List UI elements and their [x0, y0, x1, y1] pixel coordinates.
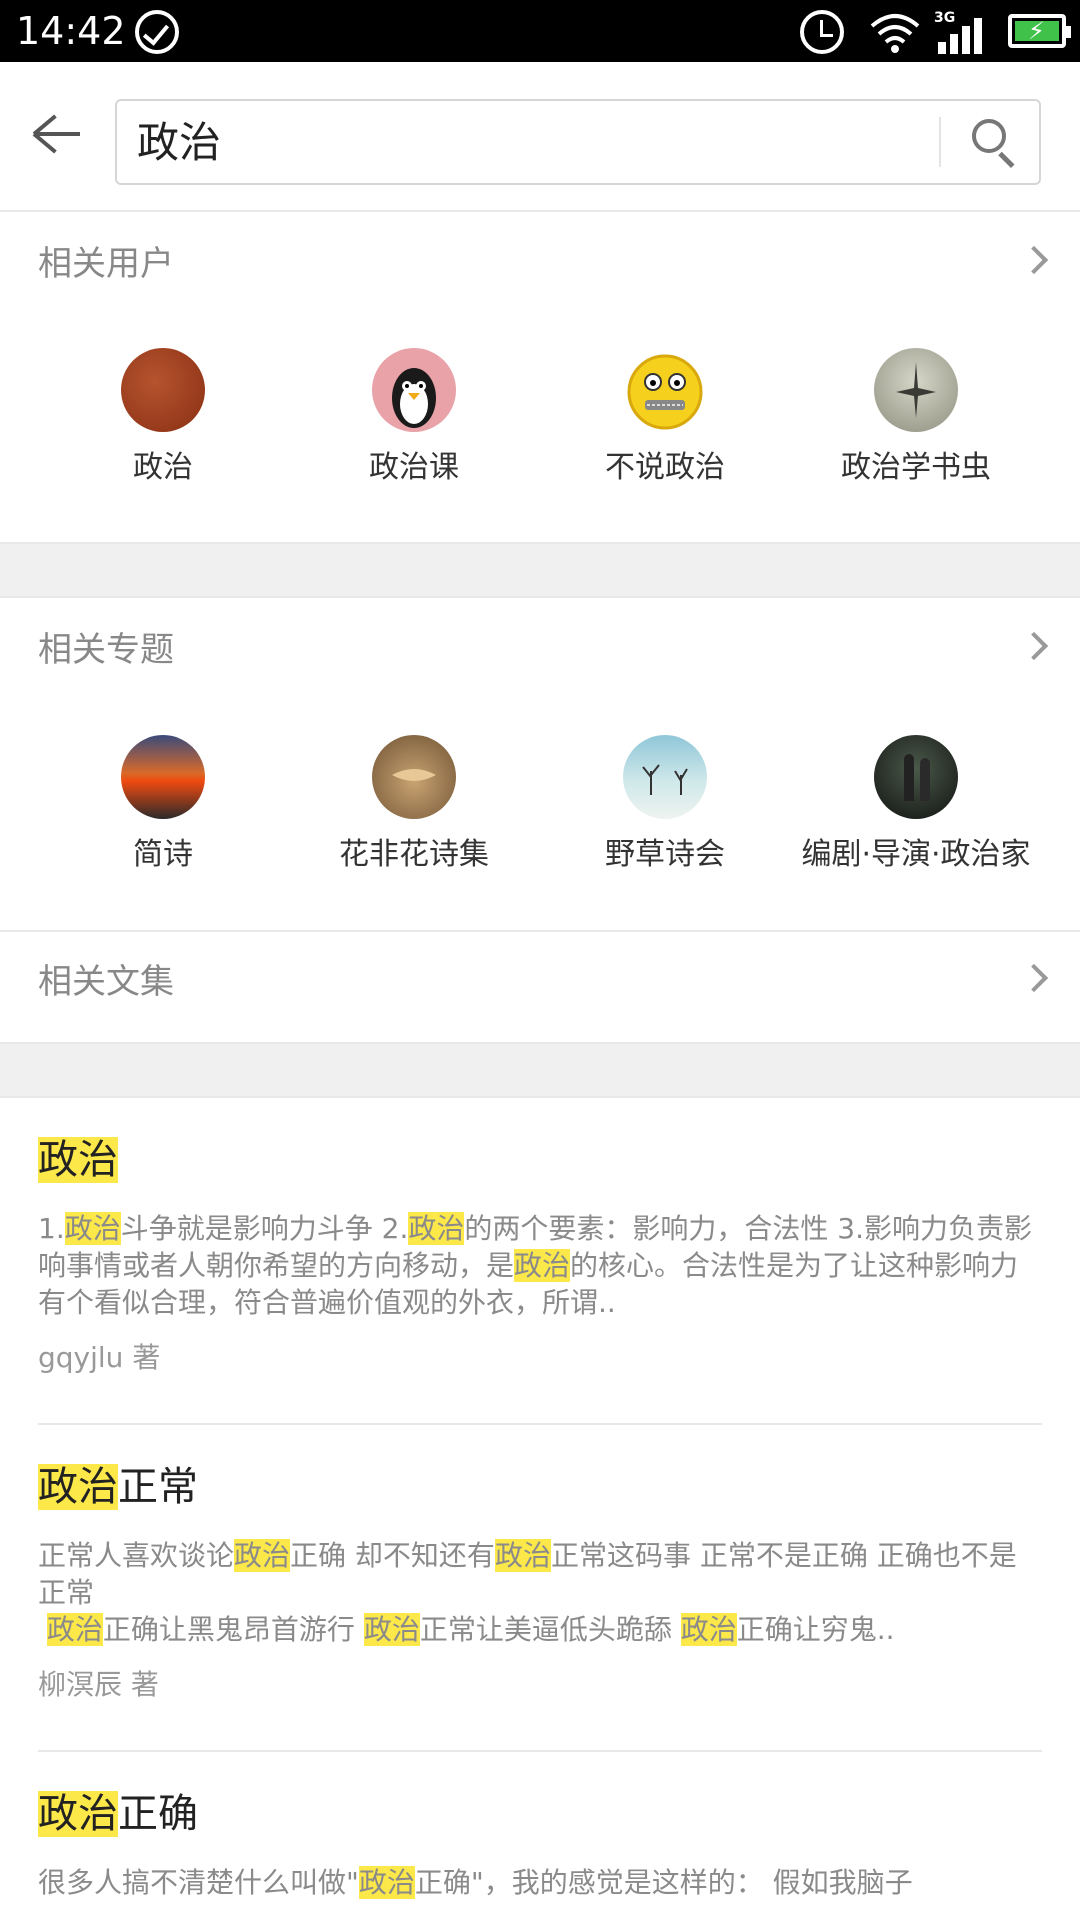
section-title: 相关专题	[38, 630, 174, 670]
topic-item[interactable]: 野草诗会	[540, 735, 790, 875]
highlighted-keyword: 政治	[38, 1137, 118, 1183]
divider	[38, 1750, 1042, 1752]
topic-item[interactable]: 花非花诗集	[289, 735, 539, 875]
highlighted-keyword: 政治	[234, 1539, 291, 1572]
article-title: 政治正确	[38, 1786, 1042, 1842]
text-fragment: 正确让穷鬼..	[736, 1613, 895, 1646]
highlighted-keyword: 政治	[64, 1212, 121, 1245]
chevron-right-icon	[1019, 245, 1049, 275]
user-item[interactable]: 政治学书虫	[791, 348, 1041, 488]
article-excerpt: 正常人喜欢谈论政治正确 却不知还有政治正常这码事 正常不是正确 正确也不是正常 …	[38, 1537, 1042, 1648]
highlighted-keyword: 政治	[46, 1613, 103, 1646]
article-excerpt: 1.政治斗争就是影响力斗争 2.政治的两个要素：影响力，合法性 3.影响力负责影…	[38, 1210, 1042, 1321]
highlighted-keyword: 政治	[514, 1249, 571, 1282]
user-item[interactable]: 政治	[38, 348, 288, 488]
highlighted-keyword: 政治	[363, 1613, 420, 1646]
text-fragment: 正确让黑鬼昂首游行	[102, 1613, 364, 1646]
highlighted-keyword: 政治	[494, 1539, 551, 1572]
text-fragment: 正常让美逼低头跪舔	[419, 1613, 681, 1646]
search-icon[interactable]	[972, 119, 1018, 168]
topic-item[interactable]: 简诗	[38, 735, 288, 875]
user-item[interactable]: 政治课	[289, 348, 539, 488]
avatar	[372, 348, 456, 432]
article-title: 政治	[38, 1132, 1042, 1188]
search-header: 政治	[0, 62, 1080, 212]
avatar	[372, 735, 456, 819]
user-item[interactable]: 不说政治	[540, 348, 790, 488]
battery-charging-icon: ⚡	[1008, 14, 1071, 48]
highlighted-keyword: 政治	[680, 1613, 737, 1646]
article-item[interactable]: 政治正常 正常人喜欢谈论政治正确 却不知还有政治正常这码事 正常不是正确 正确也…	[38, 1459, 1042, 1704]
status-time: 14:42	[16, 9, 126, 53]
highlighted-keyword: 政治	[358, 1866, 415, 1899]
article-author: gqyjlu 著	[38, 1341, 161, 1374]
article-title: 政治正常	[38, 1459, 1042, 1515]
search-divider	[939, 117, 941, 167]
topic-name: 简诗	[133, 837, 193, 872]
avatar	[623, 735, 707, 819]
topic-name: 编剧·导演·政治家	[801, 837, 1031, 872]
text-fragment: 很多人搞不清楚什么叫做"	[38, 1866, 359, 1899]
article-item[interactable]: 政治 1.政治斗争就是影响力斗争 2.政治的两个要素：影响力，合法性 3.影响力…	[38, 1132, 1042, 1377]
text-fragment: 正确	[118, 1791, 198, 1837]
article-author: 柳溟辰 著	[38, 1668, 159, 1701]
related-users-list: 政治 政治课 不说政治 政治学书虫	[0, 348, 1080, 508]
article-item[interactable]: 政治正确 很多人搞不清楚什么叫做"政治正确"，我的感觉是这样的： 假如我脑子	[38, 1786, 1042, 1901]
text-fragment: 斗争就是影响力斗争 2.	[120, 1212, 409, 1245]
user-name: 政治	[133, 450, 193, 485]
text-fragment: 正确"，我的感觉是这样的： 假如我脑子	[414, 1866, 913, 1899]
topic-name: 野草诗会	[605, 837, 725, 872]
avatar	[874, 348, 958, 432]
highlighted-keyword: 政治	[38, 1791, 118, 1837]
highlighted-keyword: 政治	[38, 1464, 118, 1510]
avatar	[121, 735, 205, 819]
related-collections-header[interactable]: 相关文集	[0, 932, 1080, 1032]
text-fragment: 1.	[38, 1212, 65, 1245]
avatar	[874, 735, 958, 819]
article-excerpt: 很多人搞不清楚什么叫做"政治正确"，我的感觉是这样的： 假如我脑子	[38, 1864, 1042, 1901]
text-fragment: 正确 却不知还有	[290, 1539, 495, 1572]
related-topics-header[interactable]: 相关专题	[0, 600, 1080, 700]
avatar	[623, 348, 707, 432]
topic-item[interactable]: 编剧·导演·政治家	[791, 735, 1041, 875]
search-input[interactable]: 政治	[115, 99, 1041, 185]
topic-name: 花非花诗集	[339, 837, 489, 872]
related-topics-list: 简诗 花非花诗集 野草诗会 编剧·导演·政治家	[0, 735, 1080, 895]
wifi-icon	[870, 14, 920, 53]
section-gap	[0, 1042, 1080, 1098]
status-bar: 14:42 3G ⚡	[0, 0, 1080, 62]
alarm-clock-icon	[800, 10, 844, 54]
user-name: 政治课	[369, 450, 459, 485]
search-query-text[interactable]: 政治	[137, 117, 221, 169]
back-arrow-icon[interactable]	[30, 114, 86, 154]
chevron-right-icon	[1019, 963, 1049, 993]
section-title: 相关文集	[38, 962, 174, 1002]
section-gap	[0, 542, 1080, 598]
text-fragment: 正常	[118, 1464, 198, 1510]
signal-icon	[936, 10, 990, 54]
user-name: 政治学书虫	[841, 450, 991, 485]
divider	[38, 1423, 1042, 1425]
chevron-right-icon	[1019, 631, 1049, 661]
avatar	[121, 348, 205, 432]
user-name: 不说政治	[605, 450, 725, 485]
check-circle-icon	[135, 10, 179, 54]
related-users-header[interactable]: 相关用户	[0, 214, 1080, 314]
section-title: 相关用户	[38, 244, 174, 284]
text-fragment: 正常人喜欢谈论	[38, 1539, 235, 1572]
highlighted-keyword: 政治	[408, 1212, 465, 1245]
